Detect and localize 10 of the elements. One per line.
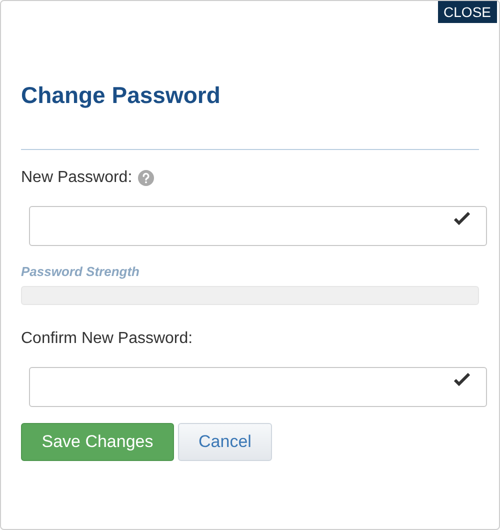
field-label: New Password: bbox=[21, 168, 132, 188]
help-icon[interactable] bbox=[138, 170, 154, 186]
dialog-title: Change Password bbox=[21, 81, 222, 109]
password-field[interactable] bbox=[29, 366, 487, 406]
password-field[interactable] bbox=[29, 206, 487, 246]
field-label: Confirm New Password: bbox=[21, 328, 193, 348]
cancel-button[interactable]: Cancel bbox=[178, 422, 272, 460]
close-button[interactable]: CLOSE bbox=[438, 1, 497, 23]
save-button[interactable]: Save Changes bbox=[21, 422, 174, 460]
strength-label: Password Strength bbox=[21, 263, 140, 281]
